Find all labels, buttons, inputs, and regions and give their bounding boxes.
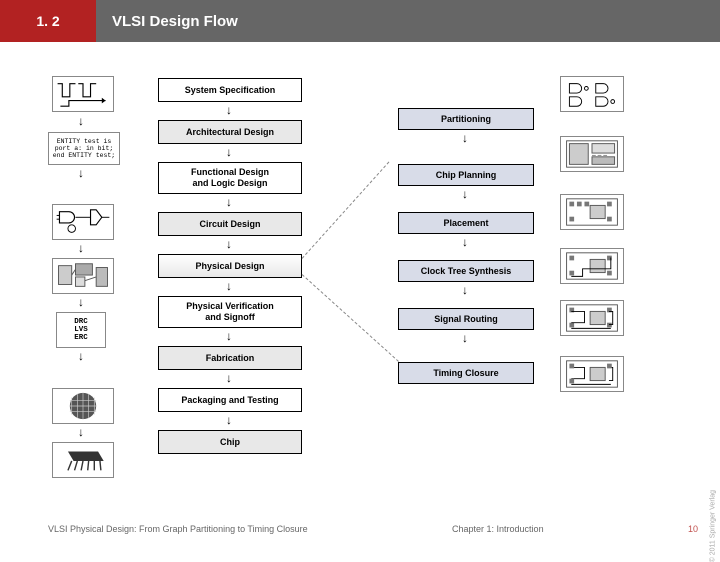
floorplan-icon — [560, 136, 624, 172]
arrow-icon: ↓ — [78, 167, 84, 179]
wafer-icon — [52, 388, 114, 424]
footer-chapter: Chapter 1: Introduction — [452, 524, 544, 534]
routing-icon — [560, 300, 624, 336]
step-architectural: Architectural Design — [158, 120, 302, 144]
slide-title: VLSI Design Flow — [96, 0, 720, 42]
step-partitioning: Partitioning — [398, 108, 534, 130]
arrow-icon: ↓ — [78, 115, 84, 127]
step-placement: Placement — [398, 212, 534, 234]
arrow-icon: ↓ — [462, 284, 468, 296]
arrow-icon: ↓ — [226, 280, 232, 292]
arrow-icon: ↓ — [226, 330, 232, 342]
section-number: 1. 2 — [0, 0, 96, 42]
waveform-icon — [52, 76, 114, 112]
layout-blocks-icon — [52, 258, 114, 294]
arrow-icon: ↓ — [226, 146, 232, 158]
gates-icon — [52, 204, 114, 240]
footer-page: 10 — [688, 524, 698, 534]
chip-icon — [52, 442, 114, 478]
arrow-icon: ↓ — [226, 196, 232, 208]
arrow-icon: ↓ — [462, 236, 468, 248]
arrow-icon: ↓ — [226, 372, 232, 384]
arrow-icon: ↓ — [462, 188, 468, 200]
arrow-icon: ↓ — [462, 132, 468, 144]
step-physical-verif: Physical Verification and Signoff — [158, 296, 302, 328]
step-packaging: Packaging and Testing — [158, 388, 302, 412]
slide-header: 1. 2 VLSI Design Flow — [0, 0, 720, 42]
entity-code-icon: ENTITY test is port a: in bit; end ENTIT… — [48, 132, 120, 165]
step-signal-routing: Signal Routing — [398, 308, 534, 330]
timing-icon — [560, 356, 624, 392]
gates-mini-icon — [560, 76, 624, 112]
placement-icon — [560, 194, 624, 230]
step-chip: Chip — [158, 430, 302, 454]
step-chip-planning: Chip Planning — [398, 164, 534, 186]
slide-footer: VLSI Physical Design: From Graph Partiti… — [0, 524, 720, 534]
step-clock-tree: Clock Tree Synthesis — [398, 260, 534, 282]
step-system-spec: System Specification — [158, 78, 302, 102]
clocktree-icon — [560, 248, 624, 284]
step-physical-design: Physical Design — [158, 254, 302, 278]
arrow-icon: ↓ — [462, 332, 468, 344]
arrow-icon: ↓ — [78, 426, 84, 438]
step-timing-closure: Timing Closure — [398, 362, 534, 384]
dashed-connector — [302, 162, 390, 259]
diagram-area: ↓ ENTITY test is port a: in bit; end ENT… — [0, 42, 720, 512]
footer-left: VLSI Physical Design: From Graph Partiti… — [48, 524, 308, 534]
arrow-icon: ↓ — [78, 296, 84, 308]
dashed-connector — [302, 274, 399, 362]
step-circuit-design: Circuit Design — [158, 212, 302, 236]
step-functional-logic: Functional Design and Logic Design — [158, 162, 302, 194]
arrow-icon: ↓ — [226, 414, 232, 426]
arrow-icon: ↓ — [226, 104, 232, 116]
step-fabrication: Fabrication — [158, 346, 302, 370]
arrow-icon: ↓ — [78, 350, 84, 362]
drc-box-icon: DRC LVS ERC — [56, 312, 106, 348]
arrow-icon: ↓ — [78, 242, 84, 254]
arrow-icon: ↓ — [226, 238, 232, 250]
